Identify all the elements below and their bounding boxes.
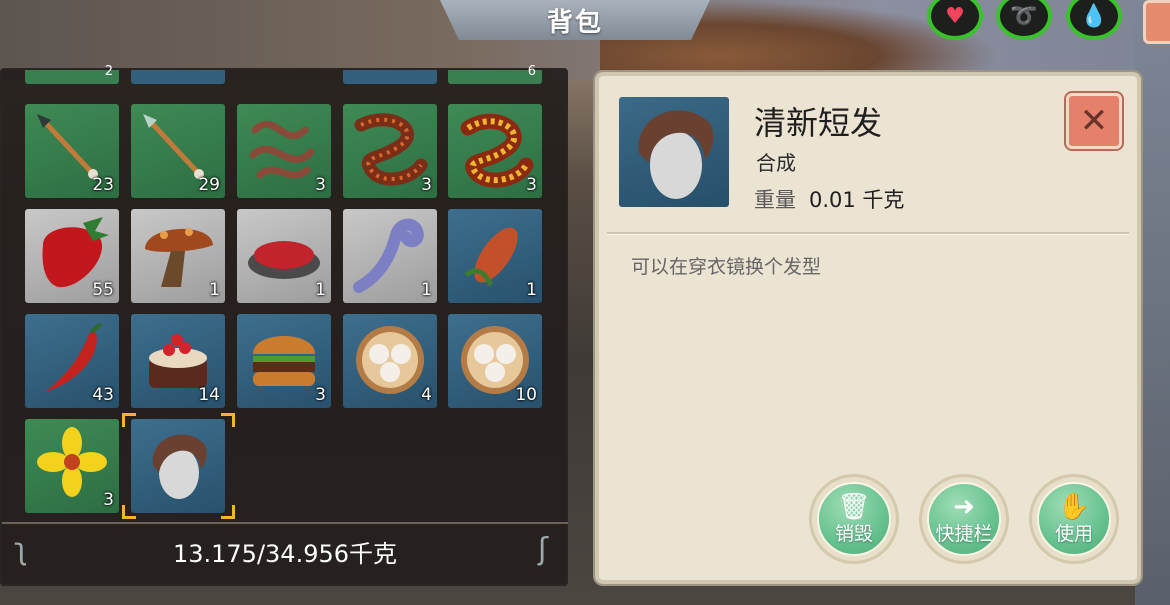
close-button[interactable]: ✕ [1066,93,1122,149]
page-title: 背包 [546,7,603,38]
hotbar-button[interactable]: ➜ 快捷栏 [919,474,1009,564]
inventory-slot-strawberry[interactable]: 55 [25,209,119,303]
item-type: 合成 [756,151,796,175]
short-hair-icon [638,110,714,199]
destroy-label: 销毁 [834,523,873,545]
inventory-slot-chili-pepper[interactable]: 43 [25,314,119,408]
use-button[interactable]: ✋ 使用 [1029,474,1119,564]
inventory-slot-spear[interactable]: 29 [131,104,225,198]
inventory-slot-mushroom[interactable]: 1 [131,209,225,303]
item-weight-value: 0.01 千克 [809,188,905,212]
arrow-left-icon: ➜ [953,492,975,522]
inventory-slot-partial[interactable]: 2 [25,64,119,84]
inventory-weight: 13.175/34.956千克 [172,540,398,568]
golden-centipede-icon [456,110,534,188]
use-label: 使用 [1054,523,1093,545]
tentacle-icon [351,215,429,293]
inventory-slot-spear[interactable]: 23 [25,104,119,198]
trash-icon: 🗑 [837,492,871,522]
item-description: 可以在穿衣镜换个发型 [631,256,822,278]
inventory-slot-berry-cake[interactable]: 14 [131,314,225,408]
item-weight-label: 重量 [754,188,796,212]
corn-icon [456,215,534,293]
steamed-buns-icon [351,320,429,398]
inventory-slot-burger[interactable]: 3 [237,314,331,408]
inventory-slot-centipede[interactable]: 3 [343,104,437,198]
inventory-slot-steamed-buns[interactable]: 10 [448,314,542,408]
burger-icon [245,320,323,398]
destroy-button[interactable]: 🗑 销毁 [809,474,899,564]
edge-close-button[interactable] [1143,0,1170,44]
inventory-slot-partial[interactable] [131,70,225,84]
worms-icon [245,110,323,188]
inventory-slot-yellow-flower[interactable]: 3 [25,419,119,513]
inventory-slot-steamed-buns[interactable]: 4 [343,314,437,408]
divider [2,522,568,524]
item-portrait [619,97,729,207]
inventory-slot-partial[interactable] [343,70,437,84]
centipede-icon [351,110,429,188]
hand-icon: ✋ [1057,492,1091,522]
inventory-panel: 2 6 23 29 3 3 3 55 1 1 1 1 43 14 3 4 10 … [0,64,568,586]
berry-bowl-icon [245,215,323,293]
inventory-slot-tentacle[interactable]: 1 [343,209,437,303]
inventory-slot-berry-bowl[interactable]: 1 [237,209,331,303]
hotbar-label: 快捷栏 [935,523,993,545]
close-icon: ✕ [1079,101,1109,141]
inventory-slot-worms[interactable]: 3 [237,104,331,198]
selection-frame [122,413,235,519]
item-name: 清新短发 [754,104,883,142]
inventory-slot-golden-centipede[interactable]: 3 [448,104,542,198]
title-banner: 背包 [440,0,710,40]
yellow-flower-icon [33,425,111,503]
inventory-slot-partial[interactable]: 6 [448,64,542,84]
mushroom-icon [139,215,217,293]
item-detail-panel: 清新短发 合成 重量 0.01 千克 ✕ 可以在穿衣镜换个发型 🗑 销毁 ➜ 快… [595,72,1141,584]
inventory-slot-corn[interactable]: 1 [448,209,542,303]
divider [607,232,1129,235]
